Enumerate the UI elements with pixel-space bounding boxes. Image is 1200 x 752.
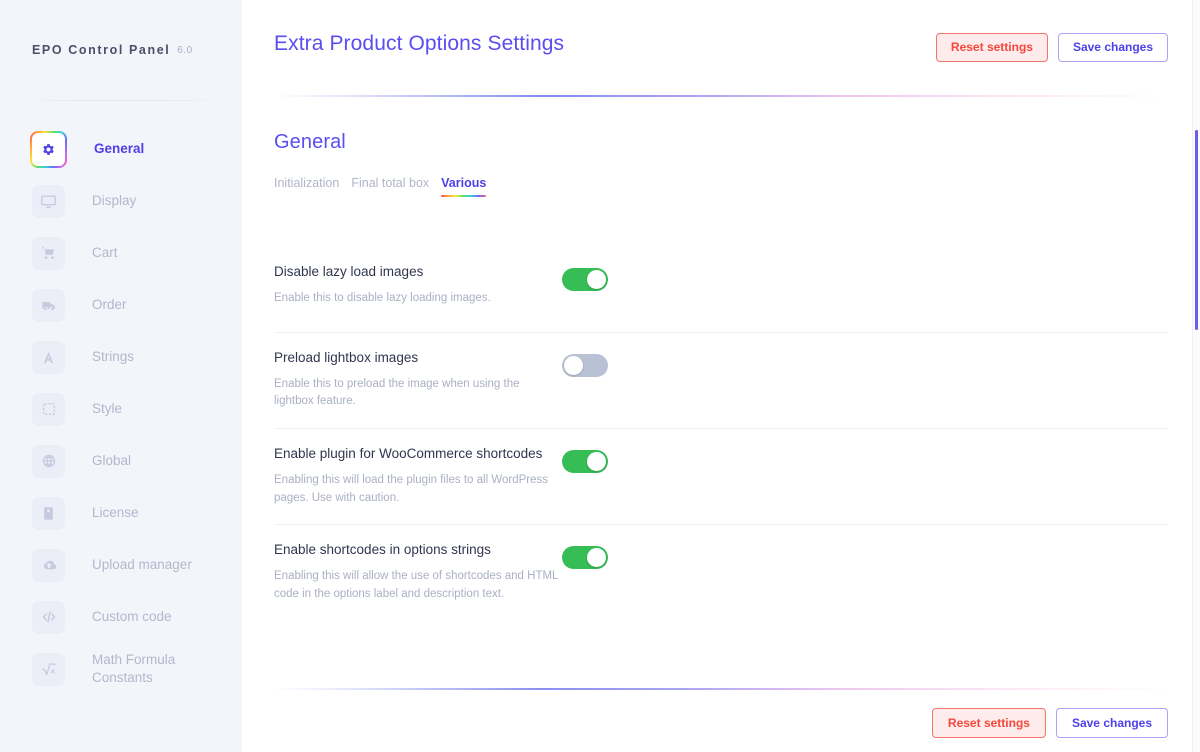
sidebar-item-label: Order [92,296,127,314]
setting-description: Enable this to preload the image when us… [274,376,559,412]
header-actions: Reset settings Save changes [936,32,1168,62]
cloud-upload-icon [32,549,65,582]
sidebar-item-label: Cart [92,244,118,262]
toggle-knob [587,452,606,471]
setting-control [562,263,608,291]
sidebar-item-label: Display [92,192,136,210]
toggle-knob [587,270,606,289]
setting-text: Enable shortcodes in options strings Ena… [274,541,559,603]
footer-actions: Reset settings Save changes [274,708,1168,738]
sidebar-item-label: License [92,504,139,522]
sidebar-item-global[interactable]: Global [0,435,242,487]
setting-description: Enable this to disable lazy loading imag… [274,290,559,308]
toggle-preload-lightbox-images[interactable] [562,354,608,377]
page-scrollbar-thumb[interactable] [1195,130,1198,330]
sidebar-item-strings[interactable]: Strings [0,331,242,383]
code-tags-icon [32,601,65,634]
page-footer: Reset settings Save changes [274,688,1168,752]
toggle-knob [564,356,583,375]
square-root-icon [32,653,65,686]
footer-reset-settings-button[interactable]: Reset settings [932,708,1046,738]
gear-icon [30,131,67,168]
setting-label: Preload lightbox images [274,349,559,367]
setting-row-enable-plugin-woocommerce-shortcodes: Enable plugin for WooCommerce shortcodes… [274,429,1168,525]
sidebar: EPO Control Panel 6.0 General [0,0,242,752]
setting-row-preload-lightbox-images: Preload lightbox images Enable this to p… [274,333,1168,429]
globe-icon [32,445,65,478]
footer-save-changes-button[interactable]: Save changes [1056,708,1168,738]
page-title: Extra Product Options Settings [274,32,564,56]
page-scrollbar-track[interactable] [1192,0,1200,752]
setting-text: Preload lightbox images Enable this to p… [274,349,559,411]
tab-various[interactable]: Various [441,176,486,197]
reset-settings-button[interactable]: Reset settings [936,33,1048,62]
save-changes-button[interactable]: Save changes [1058,33,1168,62]
setting-label: Enable shortcodes in options strings [274,541,559,559]
toggle-disable-lazy-load-images[interactable] [562,268,608,291]
section-title: General [274,131,1168,154]
brand-title: EPO Control Panel [32,43,170,57]
license-card-icon [32,497,65,530]
main-content: Extra Product Options Settings Reset set… [242,0,1200,752]
sidebar-item-order[interactable]: Order [0,279,242,331]
setting-description: Enabling this will load the plugin files… [274,472,559,508]
dashed-box-icon [32,393,65,426]
monitor-icon [32,185,65,218]
setting-row-disable-lazy-load-images: Disable lazy load images Enable this to … [274,247,1168,333]
sidebar-item-label: Style [92,400,122,418]
sidebar-item-general[interactable]: General [0,123,242,175]
setting-label: Disable lazy load images [274,263,559,281]
setting-label: Enable plugin for WooCommerce shortcodes [274,445,559,463]
sidebar-item-display[interactable]: Display [0,175,242,227]
sidebar-nav: General Display Cart [0,101,242,695]
settings-tabs: Initialization Final total box Various [274,176,1168,197]
footer-gradient-divider [274,688,1168,690]
tab-final-total-box[interactable]: Final total box [351,176,429,197]
toggle-knob [587,548,606,567]
setting-control [562,541,608,569]
sidebar-item-label: Global [92,452,131,470]
truck-icon [32,289,65,322]
toggle-enable-shortcodes-in-options-strings[interactable] [562,546,608,569]
sidebar-item-label: Custom code [92,608,172,626]
tab-initialization[interactable]: Initialization [274,176,339,197]
cart-icon [32,237,65,270]
setting-control [562,349,608,377]
sidebar-brand: EPO Control Panel 6.0 [0,0,242,100]
settings-panel: General Initialization Final total box V… [274,97,1168,688]
sidebar-item-label: Upload manager [92,556,192,574]
setting-text: Disable lazy load images Enable this to … [274,263,559,307]
brand-version: 6.0 [177,45,192,56]
sidebar-item-upload-manager[interactable]: Upload manager [0,539,242,591]
setting-description: Enabling this will allow the use of shor… [274,568,559,604]
setting-control [562,445,608,473]
sidebar-item-label: Math Formula Constants [92,651,202,687]
sidebar-item-license[interactable]: License [0,487,242,539]
page-header: Extra Product Options Settings Reset set… [274,0,1168,95]
settings-list: Disable lazy load images Enable this to … [274,247,1168,621]
toggle-enable-plugin-woocommerce-shortcodes[interactable] [562,450,608,473]
sidebar-item-cart[interactable]: Cart [0,227,242,279]
letter-a-icon [32,341,65,374]
sidebar-item-math-formula-constants[interactable]: Math Formula Constants [0,643,242,695]
sidebar-item-label: Strings [92,348,134,366]
setting-text: Enable plugin for WooCommerce shortcodes… [274,445,559,507]
sidebar-item-custom-code[interactable]: Custom code [0,591,242,643]
sidebar-item-style[interactable]: Style [0,383,242,435]
sidebar-item-label: General [94,140,144,158]
setting-row-enable-shortcodes-in-options-strings: Enable shortcodes in options strings Ena… [274,525,1168,620]
epo-control-panel-app: EPO Control Panel 6.0 General [0,0,1200,752]
